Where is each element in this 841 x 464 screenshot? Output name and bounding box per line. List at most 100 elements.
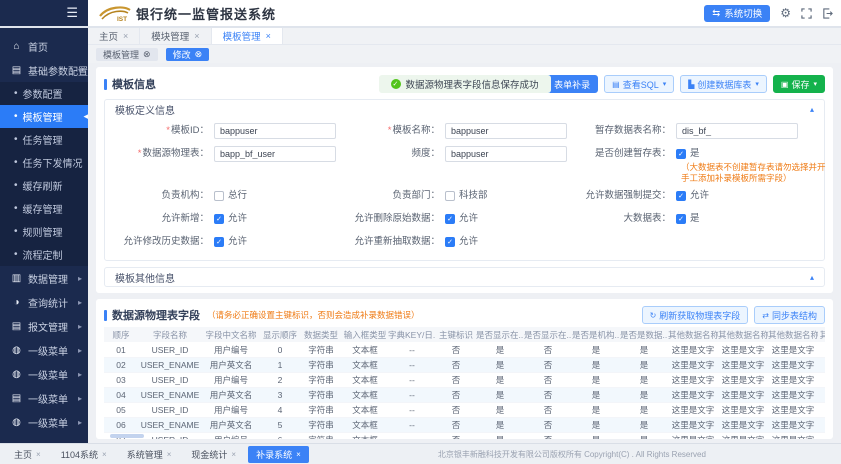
sidebar-item[interactable]: ◍一级菜单▸ xyxy=(0,338,88,362)
panel-title: 模板其他信息 xyxy=(115,270,175,285)
create-db-table-button[interactable]: ▙创建数据库表▾ xyxy=(680,75,767,93)
close-icon[interactable]: × xyxy=(167,450,172,459)
close-icon[interactable]: × xyxy=(36,450,41,459)
table-row[interactable]: 02USER_ENAME用户英文名1字符串文本框--否是否是是这里是文字这里是文… xyxy=(104,357,825,372)
sidebar-item[interactable]: ⌂首页 xyxy=(0,34,88,58)
table-cell: -- xyxy=(388,432,436,439)
logout-icon[interactable] xyxy=(822,8,833,19)
sidebar-item[interactable]: ▤报文管理▸ xyxy=(0,314,88,338)
checkbox-label: 允许 xyxy=(459,234,478,250)
responsible-org-checkbox[interactable] xyxy=(214,191,224,201)
horizontal-scrollbar[interactable] xyxy=(110,434,144,438)
tab-label: 主页 xyxy=(99,29,118,43)
table-cell: 否 xyxy=(524,387,572,402)
system-switch-button[interactable]: ⇆ 系统切换 xyxy=(704,5,770,22)
temp-table-name-field[interactable] xyxy=(676,123,798,139)
table-cell: 这里是文字 xyxy=(768,372,818,387)
workspace-tab[interactable]: 模板管理 × xyxy=(212,28,283,44)
field-control: 科技部 xyxy=(445,188,488,204)
create-temp-table-checkbox[interactable] xyxy=(676,149,686,159)
collapse-triangle-icon[interactable]: ▴ xyxy=(810,273,814,282)
sidebar-item[interactable]: ▥数据管理▸ xyxy=(0,266,88,290)
sidebar-item[interactable]: ▤基础参数配置▾ xyxy=(0,58,88,82)
close-circle-icon[interactable]: ⊗ xyxy=(143,49,151,60)
table-cell: 这里是文字 xyxy=(718,372,768,387)
source-table-field[interactable] xyxy=(214,146,336,162)
allow-delete-checkbox[interactable] xyxy=(445,214,455,224)
table-cell: 是 xyxy=(620,387,668,402)
close-icon[interactable]: × xyxy=(296,450,301,459)
sidebar-item[interactable]: •任务下发情况 xyxy=(0,151,88,174)
column-header: 是否是数据... xyxy=(620,327,668,342)
system-tab[interactable]: 1104系统× xyxy=(53,446,115,463)
column-header: 显示顺序 xyxy=(260,327,300,342)
template-name-field[interactable] xyxy=(445,123,567,139)
table-cell: 文本框 xyxy=(342,387,388,402)
sidebar-item-label: 首页 xyxy=(28,39,48,54)
save-button[interactable]: ▣保存▾ xyxy=(773,75,825,93)
big-data-table-checkbox[interactable] xyxy=(676,214,686,224)
system-tab[interactable]: 系统管理 × xyxy=(119,446,180,463)
close-icon[interactable]: × xyxy=(266,31,271,41)
close-icon[interactable]: × xyxy=(194,31,199,41)
tab-label: 系统管理 xyxy=(127,448,163,461)
sidebar-item[interactable]: •缓存管理 xyxy=(0,197,88,220)
allow-re-extract-checkbox[interactable] xyxy=(445,237,455,247)
sidebar-item-label: 模板管理 xyxy=(23,109,63,124)
table-cell: 这里是文字 xyxy=(668,402,718,417)
table-row[interactable]: 05USER_ID用户编号4字符串文本框--否是否是是这里是文字这里是文字这里是… xyxy=(104,402,825,417)
allow-force-submit-checkbox[interactable] xyxy=(676,191,686,201)
collapse-menu-icon[interactable]: ☰ xyxy=(66,5,78,21)
system-tab[interactable]: 现金统计× xyxy=(183,446,244,463)
breadcrumb-chip[interactable]: 修改⊗ xyxy=(166,48,210,61)
settings-gear-icon[interactable]: ⚙ xyxy=(780,7,791,19)
workspace-tab[interactable]: 主页 × xyxy=(88,28,140,44)
button-label: 表单补录 xyxy=(554,78,590,91)
sidebar-item[interactable]: ▤一级菜单▸ xyxy=(0,386,88,410)
view-sql-button[interactable]: ▤查看SQL▾ xyxy=(604,75,674,93)
sidebar-item[interactable]: ◍一级菜单▸ xyxy=(0,362,88,386)
sidebar-item[interactable]: •任务管理 xyxy=(0,128,88,151)
table-cell: 用户英文名 xyxy=(202,357,260,372)
allow-modify-history-checkbox[interactable] xyxy=(214,237,224,247)
responsible-dept-checkbox[interactable] xyxy=(445,191,455,201)
system-tab[interactable]: 补录系统× xyxy=(248,446,309,463)
sidebar-item-label: 查询统计 xyxy=(28,295,68,310)
table-cell: 是 xyxy=(620,432,668,439)
sidebar-item[interactable]: •规则管理 xyxy=(0,220,88,243)
refresh-fields-button[interactable]: ↻刷新获取物理表字段 xyxy=(642,306,749,324)
close-circle-icon[interactable]: ⊗ xyxy=(195,49,203,60)
system-tab[interactable]: 主页× xyxy=(6,446,49,463)
close-icon[interactable]: × xyxy=(231,450,236,459)
collapse-triangle-icon[interactable]: ▴ xyxy=(810,105,814,114)
sidebar-item[interactable]: ◍一级菜单▸ xyxy=(0,410,88,434)
frequency-field[interactable] xyxy=(445,146,567,162)
table-row[interactable]: 03USER_ID用户编号2字符串文本框--否是否是是这里是文字这里是文字这里是… xyxy=(104,372,825,387)
allow-add-checkbox[interactable] xyxy=(214,214,224,224)
template-id-field[interactable] xyxy=(214,123,336,139)
tab-label: 模板管理 xyxy=(223,29,261,43)
close-icon[interactable]: × xyxy=(123,31,128,41)
sidebar-item[interactable]: ◑查询统计▸ xyxy=(0,290,88,314)
table-row[interactable]: 01USER_ID用户编号0字符串文本框--否是否是是这里是文字这里是文字这里是… xyxy=(104,342,825,357)
workspace-tabbar: 主页×模块管理×模板管理× xyxy=(88,28,841,45)
sidebar-item[interactable]: •模板管理◂ xyxy=(0,105,88,128)
sync-structure-button[interactable]: ⇄同步表结构 xyxy=(754,306,825,324)
fullscreen-icon[interactable] xyxy=(801,8,812,19)
table-row[interactable]: 04USER_ENAME用户英文名3字符串文本框--否是否是是这里是文字这里是文… xyxy=(104,387,825,402)
sidebar-item-label: 一级菜单 xyxy=(28,343,68,358)
table-row[interactable]: 07USER_ID用户编号6字符串文本框--否是否是是这里是文字这里是文字这里是… xyxy=(104,432,825,439)
table-cell: 否 xyxy=(524,402,572,417)
breadcrumb-chip[interactable]: 模板管理⊗ xyxy=(96,48,158,61)
table-row[interactable]: 06USER_ENAME用户英文名5字符串文本框--否是否是是这里是文字这里是文… xyxy=(104,417,825,432)
workspace-tab[interactable]: 模块管理× xyxy=(140,28,211,44)
sidebar-item[interactable]: •缓存刷新 xyxy=(0,174,88,197)
close-icon[interactable]: × xyxy=(102,450,107,459)
table-cell: 文本框 xyxy=(342,402,388,417)
table-cell: 字符串 xyxy=(300,387,342,402)
sidebar-item[interactable]: •参数配置 xyxy=(0,82,88,105)
table-cell: 06 xyxy=(104,417,138,432)
sidebar-item-label: 一级菜单 xyxy=(28,391,68,406)
field-label: 允许修改历史数据： xyxy=(105,234,209,250)
sidebar-item[interactable]: •流程定制 xyxy=(0,243,88,266)
